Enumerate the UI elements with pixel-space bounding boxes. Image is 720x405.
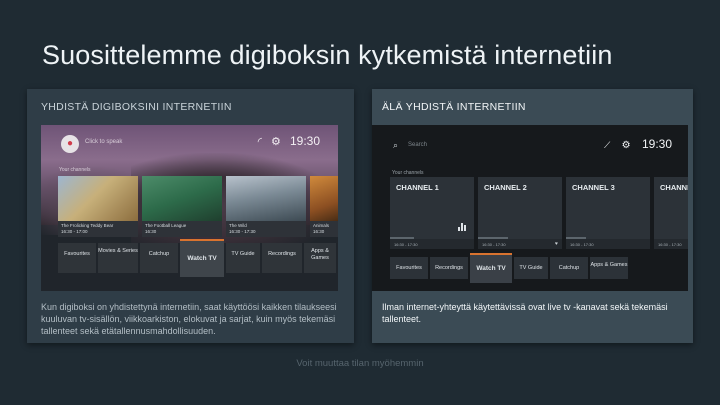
nav-item-recordings: Recordings [430,257,468,279]
channel-name: CHANNEL 2 [484,183,527,192]
signal-bars-icon [457,213,466,231]
channel-time: 16:30 - 17:30 [390,239,474,249]
clock: 19:30 [289,134,320,148]
channel-name: CHANNEL 1 [396,183,439,192]
connected-tv-preview: ● Click to speak ◜ ⚙ 19:30 Your channels… [41,125,338,291]
content-thumbnail [58,176,138,221]
channel-tile: CHANNEL 3 [566,177,650,239]
nav-item-recordings: Recordings [262,243,302,273]
heart-icon: ♥ [555,241,558,247]
no-wifi-icon: ⟋ [604,140,611,150]
content-thumbnail [226,176,306,221]
thumbnail-caption: Animals 16:30 [310,221,338,237]
row-label: Your channels [392,170,424,176]
connect-option-description: Kun digiboksi on yhdistettynä internetii… [41,302,337,336]
status-bar: ◜ ⚙ 19:30 [252,134,320,148]
channel-tile: CHANNEL [654,177,688,239]
row-label: Your channels [59,167,91,173]
connect-option-heading: YHDISTÄ DIGIBOKSINI INTERNETIIN [41,101,232,113]
offline-tv-preview: ⌕ Search ⟋ ⚙ 19:30 Your channels CHANNEL… [372,125,688,291]
offline-option-description: Ilman internet-yhteyttä käytettävissä ov… [382,302,668,324]
nav-item-tv-guide: TV Guide [514,257,548,279]
search-hint: Search [408,142,428,148]
channel-tile: CHANNEL 2 [478,177,562,239]
nav-item-watch-tv: Watch TV [470,253,512,283]
voice-search-hint: Click to speak [85,139,123,145]
offline-option-card[interactable]: ÄLÄ YHDISTÄ INTERNETIIN ⌕ Search ⟋ ⚙ 19:… [372,89,693,343]
channel-time: 16:30 - 17:30 ♥ [478,239,562,249]
page-title: Suosittelemme digiboksin kytkemistä inte… [42,40,613,70]
nav-item-tv-guide: TV Guide [226,243,260,273]
status-bar: ⟋ ⚙ 19:30 [596,137,672,151]
nav-item-watch-tv: Watch TV [180,239,224,277]
nav-item-movies-series: Movies & Series [98,243,138,273]
connect-internet-option-card[interactable]: YHDISTÄ DIGIBOKSINI INTERNETIIN ● Click … [27,89,354,343]
thumbnail-caption: The Football League 16:30 [142,221,222,237]
content-thumbnail [310,176,338,221]
thumbnail-caption: The Wild 16:30 - 17:30 [226,221,306,237]
nav-item-favourites: Favourites [390,257,428,279]
footer-note: Voit muuttaa tilan myöhemmin [296,358,424,369]
nav-item-apps-games: Apps & Games [304,243,336,273]
clock: 19:30 [641,137,672,151]
gear-icon: ⚙ [271,136,281,148]
channel-time: 16:30 - 17:30 [654,239,688,249]
nav-item-catchup: Catchup [550,257,588,279]
channel-name: CHANNEL [660,183,688,192]
offline-option-heading: ÄLÄ YHDISTÄ INTERNETIIN [382,101,526,113]
channel-time: 16:30 - 17:30 [566,239,650,249]
channel-name: CHANNEL 3 [572,183,615,192]
nav-item-favourites: Favourites [58,243,96,273]
thumbnail-caption: The Frolicking Teddy Bear 16:30 - 17:00 [58,221,138,237]
search-icon: ⌕ [393,140,399,150]
nav-item-apps-games: Apps & Games [590,257,628,279]
content-thumbnail [142,176,222,221]
wifi-icon: ◜ [257,136,262,148]
mic-icon: ● [61,135,79,153]
nav-item-catchup: Catchup [140,243,178,273]
gear-icon: ⚙ [621,140,631,151]
channel-tile: CHANNEL 1 [390,177,474,239]
